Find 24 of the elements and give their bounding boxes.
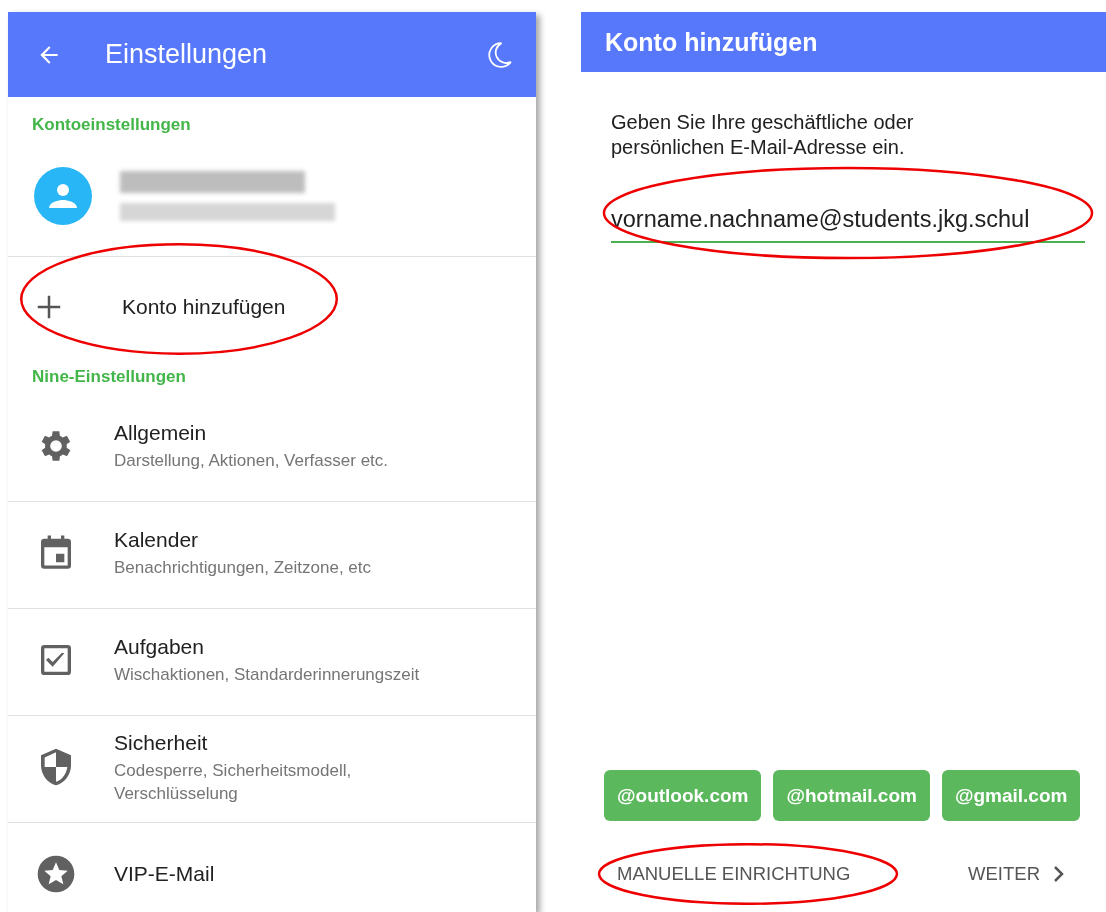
settings-item[interactable]: Kalender Benachrichtigungen, Zeitzone, etc bbox=[8, 502, 536, 609]
setting-description: Benachrichtigungen, Zeitzone, etc bbox=[114, 557, 372, 579]
settings-item[interactable]: Allgemein Darstellung, Aktionen, Verfasser etc. bbox=[8, 395, 536, 502]
settings-item[interactable]: VIP-E-Mail bbox=[8, 823, 536, 912]
next-button[interactable]: WEITER bbox=[968, 863, 1066, 885]
screen-title: Konto hinzufügen bbox=[605, 27, 818, 57]
setting-description: Codesperre, Sicherheitsmodell, Verschlüsselung bbox=[114, 759, 353, 805]
setting-title: Allgemein bbox=[114, 420, 208, 446]
avatar-icon[interactable] bbox=[33, 165, 93, 226]
chevron-right-icon bbox=[1052, 865, 1066, 883]
setting-title: VIP-E-Mail bbox=[114, 861, 215, 887]
setting-title: Aufgaben bbox=[114, 634, 205, 660]
setting-description: Darstellung, Aktionen, Verfasser etc. bbox=[114, 450, 389, 472]
setting-title: Sicherheit bbox=[114, 729, 209, 756]
instruction-text: Geben Sie Ihre geschäftliche oder persönlichen E-Mail-Adresse ein. bbox=[611, 110, 915, 160]
section-heading: Kontoeinstellungen bbox=[31, 114, 192, 135]
setting-description: Wischaktionen, Standarderinnerungszeit bbox=[114, 664, 420, 686]
section-heading: Nine-Einstellungen bbox=[31, 366, 187, 388]
add-account-row[interactable]: Konto hinzufügen bbox=[8, 257, 536, 357]
add-account-label: Konto hinzufügen bbox=[122, 295, 286, 319]
settings-item[interactable]: Sicherheit Codesperre, Sicherheitsmodell, Verschlüsselung bbox=[8, 716, 536, 823]
setting-title: Kalender bbox=[114, 527, 200, 553]
settings-item[interactable]: Aufgaben Wischaktionen, Standarderinnerungszeit bbox=[8, 609, 536, 716]
screen-title: Einstellungen bbox=[105, 39, 269, 70]
